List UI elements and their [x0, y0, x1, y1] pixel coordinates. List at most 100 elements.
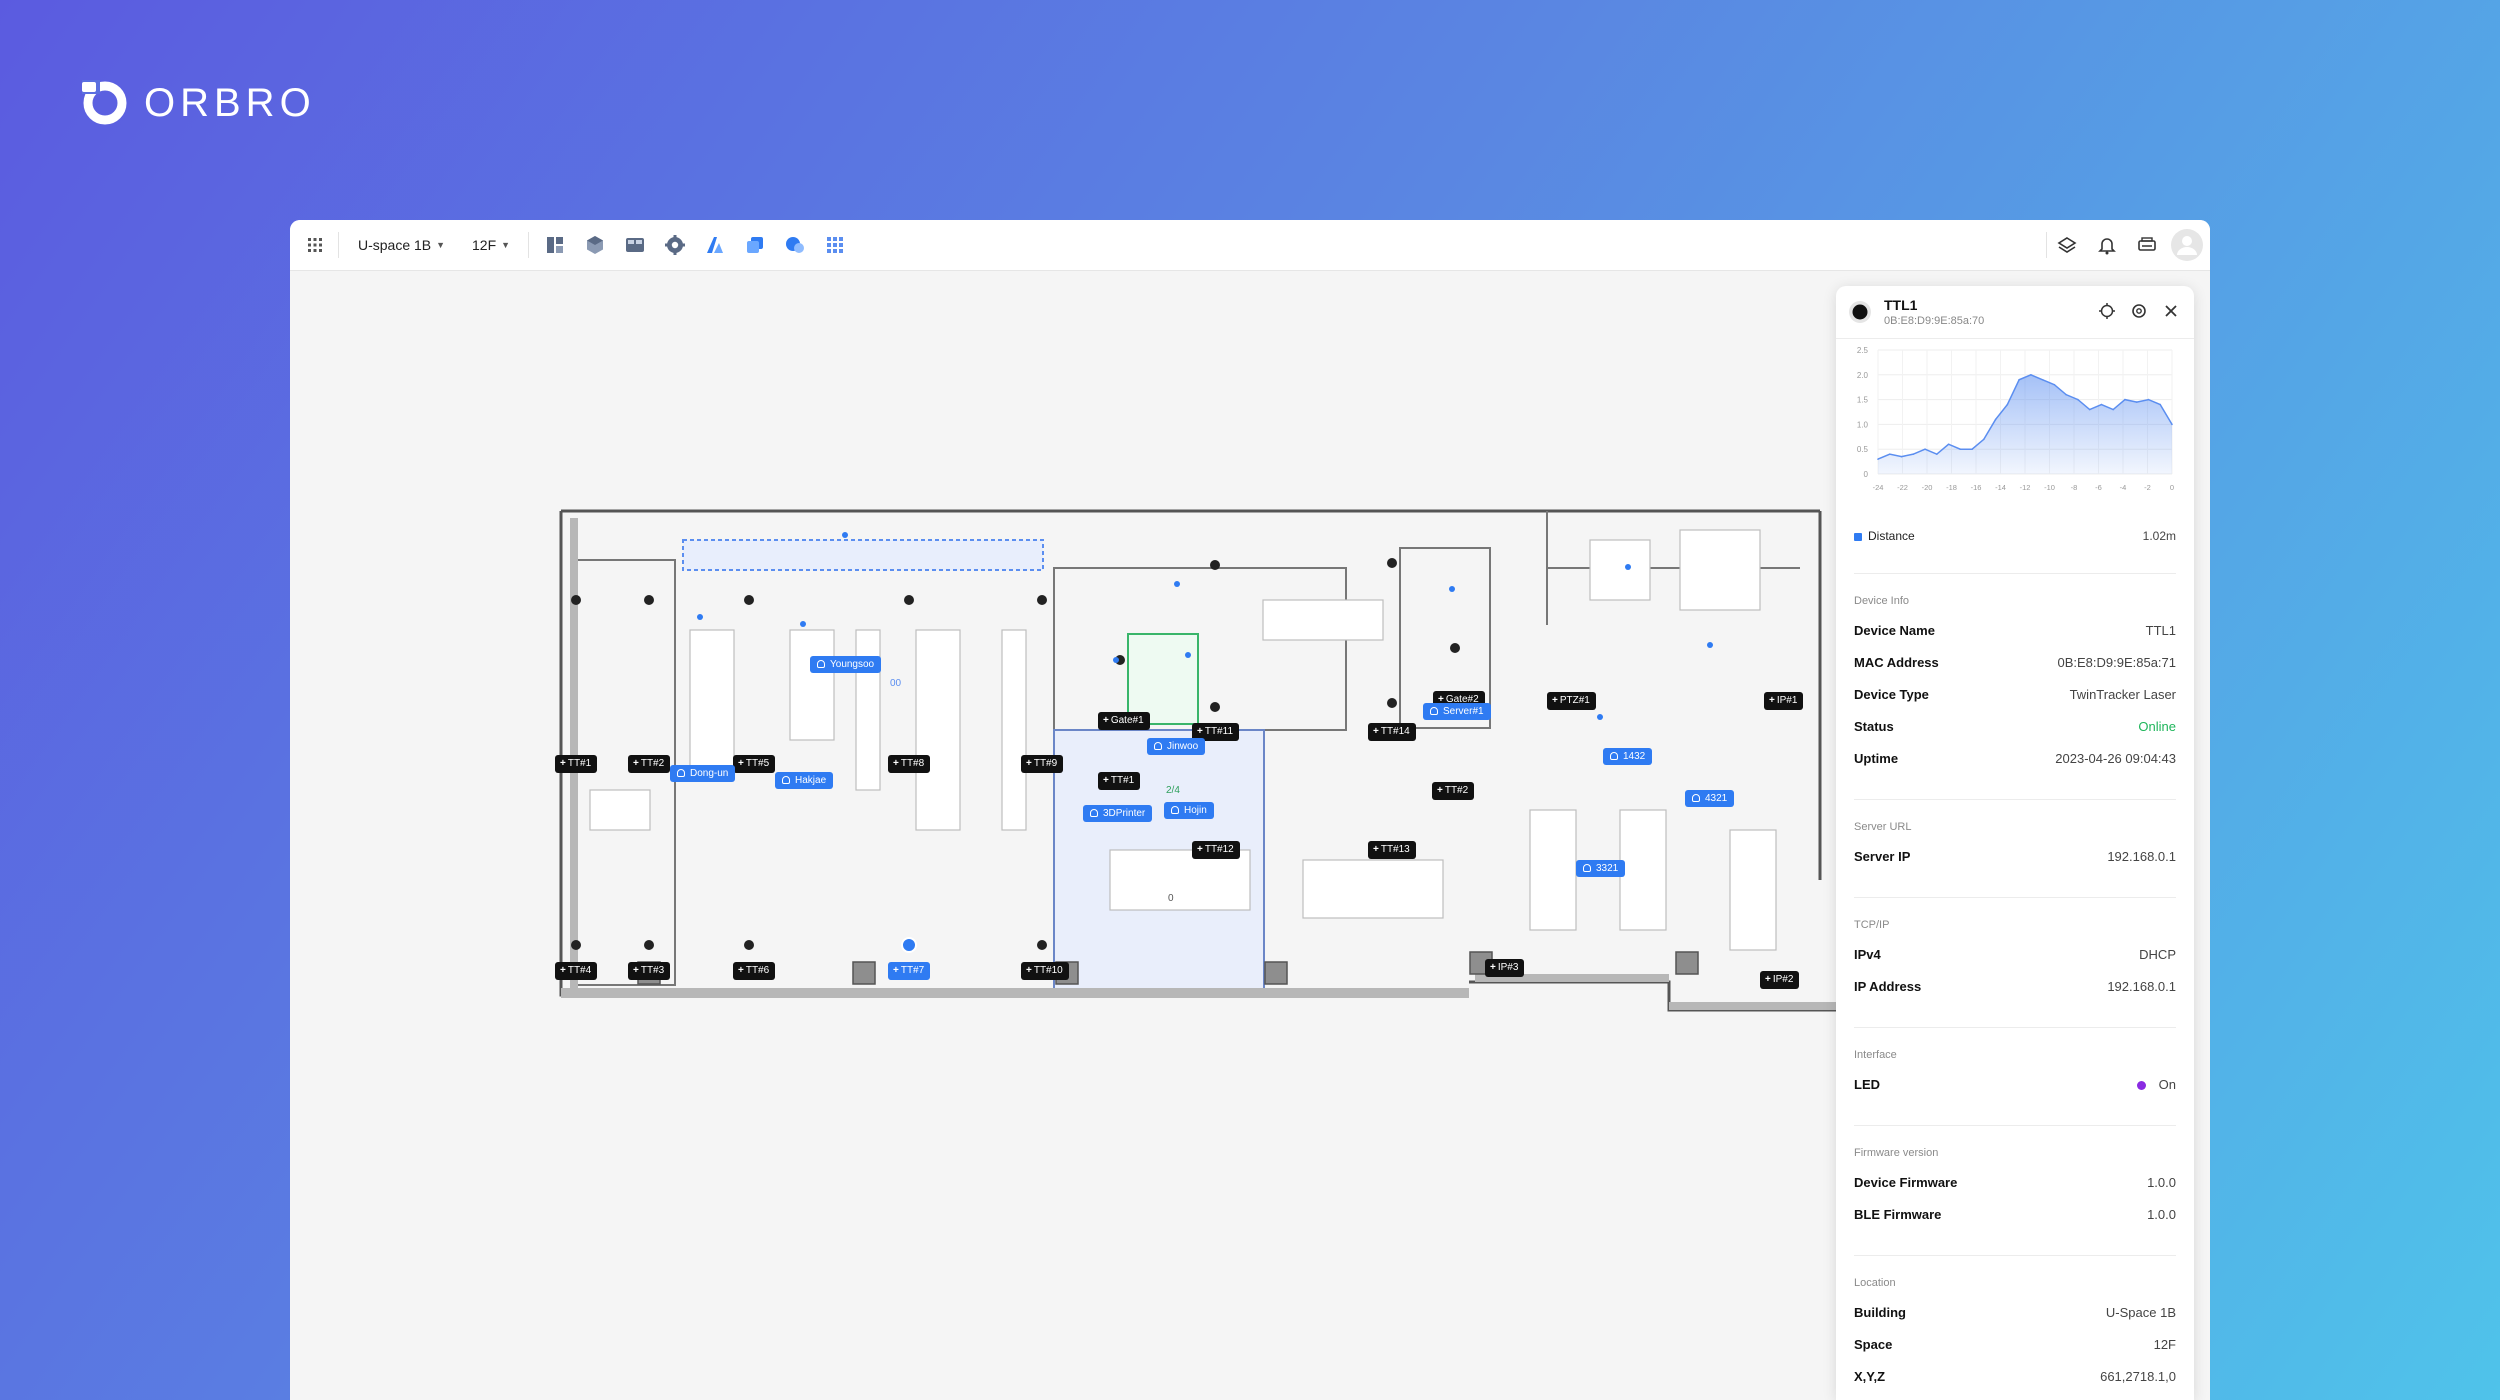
device-tag[interactable]: TT#5: [733, 755, 776, 773]
info-value: U-Space 1B: [2105, 1305, 2176, 1320]
device-tag[interactable]: Gate#1: [1098, 712, 1150, 730]
building-select-label: U-space 1B: [358, 237, 432, 253]
device-tag[interactable]: TT#13: [1368, 841, 1416, 859]
bell-icon[interactable]: [2096, 234, 2118, 256]
section-title: Location: [1854, 1277, 1896, 1289]
chart-x-tick: 0: [2170, 483, 2174, 492]
section-title: Device Info: [1854, 595, 1910, 607]
chart-point: [2041, 378, 2044, 381]
chart-point: [2124, 398, 2126, 401]
print-icon[interactable]: [2136, 234, 2158, 256]
info-key: BLE Firmware: [1854, 1207, 1942, 1222]
asset-tag[interactable]: Server#1: [1423, 703, 1491, 720]
person-tag[interactable]: Youngsoo: [810, 656, 882, 673]
panels-icon[interactable]: [624, 234, 646, 256]
chart-point: [2147, 398, 2150, 401]
device-tag[interactable]: TT#9: [1021, 755, 1064, 773]
chart-y-tick: 1.5: [1857, 396, 1869, 405]
apps-grid-icon[interactable]: [304, 234, 326, 256]
cube-icon[interactable]: [584, 234, 606, 256]
info-row: IP Address 192.168.0.1: [1854, 979, 2176, 999]
chart-x-tick: -20: [1922, 483, 1933, 492]
device-tag[interactable]: TT#3: [628, 962, 671, 980]
chart-point: [2100, 403, 2103, 406]
info-value: 192.168.0.1: [2107, 979, 2176, 994]
device-title: TTL1: [1884, 297, 1918, 313]
zone-count-label: 2/4: [1166, 785, 1180, 796]
legend-label: Distance: [1868, 529, 1915, 543]
person-tag[interactable]: Dong-un: [670, 765, 736, 782]
info-key: Space: [1854, 1337, 1893, 1352]
circles-icon[interactable]: [784, 234, 806, 256]
toolbar-divider: [338, 232, 339, 258]
info-row: Space 12F: [1854, 1337, 2176, 1357]
device-tag[interactable]: TT#10: [1021, 962, 1069, 980]
info-value: DHCP: [2139, 947, 2176, 962]
chart-point: [1912, 453, 1915, 455]
info-key: Device Type: [1854, 687, 1929, 702]
chart-point: [1994, 418, 1997, 421]
person-tag[interactable]: 1432: [1603, 748, 1653, 765]
close-icon[interactable]: [2162, 302, 2180, 320]
info-value: 2023-04-26 09:04:43: [2055, 751, 2176, 766]
chart-x-tick: -22: [1897, 483, 1908, 492]
toolbar-divider: [2046, 232, 2047, 258]
chart-point: [1877, 458, 1879, 460]
chart-icon[interactable]: [704, 234, 726, 256]
grid-icon[interactable]: [824, 234, 846, 256]
info-value: 0B:E8:D9:9E:85a:71: [2057, 655, 2176, 670]
chart-x-tick: -14: [1995, 483, 2006, 492]
info-value: On: [2158, 1077, 2176, 1092]
floor-select[interactable]: 12F ▼: [472, 220, 510, 270]
person-tag[interactable]: Hojin: [1164, 802, 1214, 819]
info-row: Device Firmware 1.0.0: [1854, 1175, 2176, 1195]
building-select[interactable]: U-space 1B ▼: [358, 220, 445, 270]
layers-icon[interactable]: [744, 234, 766, 256]
info-value: 1.0.0: [2147, 1207, 2176, 1222]
orbro-logo-icon: [82, 80, 127, 125]
person-tag[interactable]: 3321: [1576, 860, 1626, 877]
device-tag[interactable]: TT#2: [1432, 782, 1475, 800]
device-tag[interactable]: IP#2: [1760, 971, 1800, 989]
device-tag[interactable]: IP#1: [1764, 692, 1804, 710]
chart-x-tick: -10: [2044, 483, 2055, 492]
person-tag[interactable]: 4321: [1685, 790, 1735, 807]
device-tag[interactable]: TT#1: [555, 755, 598, 773]
device-status-icon: [1849, 301, 1871, 323]
chart-x-tick: -24: [1873, 483, 1884, 492]
device-tag[interactable]: TT#8: [888, 755, 931, 773]
section-divider: [1854, 1027, 2176, 1028]
info-row: Device Type TwinTracker Laser: [1854, 687, 2176, 707]
section-divider: [1854, 897, 2176, 898]
device-tag[interactable]: TT#12: [1192, 841, 1240, 859]
device-tag-selected[interactable]: TT#7: [888, 962, 931, 980]
device-tag[interactable]: TT#1: [1098, 772, 1141, 790]
gear-icon[interactable]: [664, 234, 686, 256]
chart-y-tick: 2.0: [1857, 371, 1869, 380]
device-tag[interactable]: TT#2: [628, 755, 671, 773]
selected-device-dot: [901, 937, 917, 953]
person-tag[interactable]: Jinwoo: [1147, 738, 1206, 755]
info-value: 1.0.0: [2147, 1175, 2176, 1190]
chart-point: [2135, 401, 2138, 403]
device-tag[interactable]: TT#4: [555, 962, 598, 980]
layout-icon[interactable]: [544, 234, 566, 256]
device-tag[interactable]: PTZ#1: [1547, 692, 1596, 710]
device-tag[interactable]: TT#14: [1368, 723, 1416, 741]
avatar[interactable]: [2170, 228, 2204, 262]
target-icon[interactable]: [2098, 302, 2116, 320]
info-row: Server IP 192.168.0.1: [1854, 849, 2176, 869]
chart-point: [1924, 448, 1926, 450]
device-tag[interactable]: IP#3: [1485, 959, 1525, 977]
settings-icon[interactable]: [2130, 302, 2148, 320]
asset-tag[interactable]: 3DPrinter: [1083, 805, 1153, 822]
info-key: Server IP: [1854, 849, 1911, 864]
person-tag[interactable]: Hakjae: [775, 772, 834, 789]
section-title: TCP/IP: [1854, 919, 1890, 931]
layers-stack-icon[interactable]: [2056, 234, 2078, 256]
info-value: Online: [2138, 719, 2176, 734]
chart-point: [2018, 378, 2020, 381]
info-key: Uptime: [1854, 751, 1899, 766]
device-tag[interactable]: TT#6: [733, 962, 776, 980]
info-key: Status: [1854, 719, 1894, 734]
